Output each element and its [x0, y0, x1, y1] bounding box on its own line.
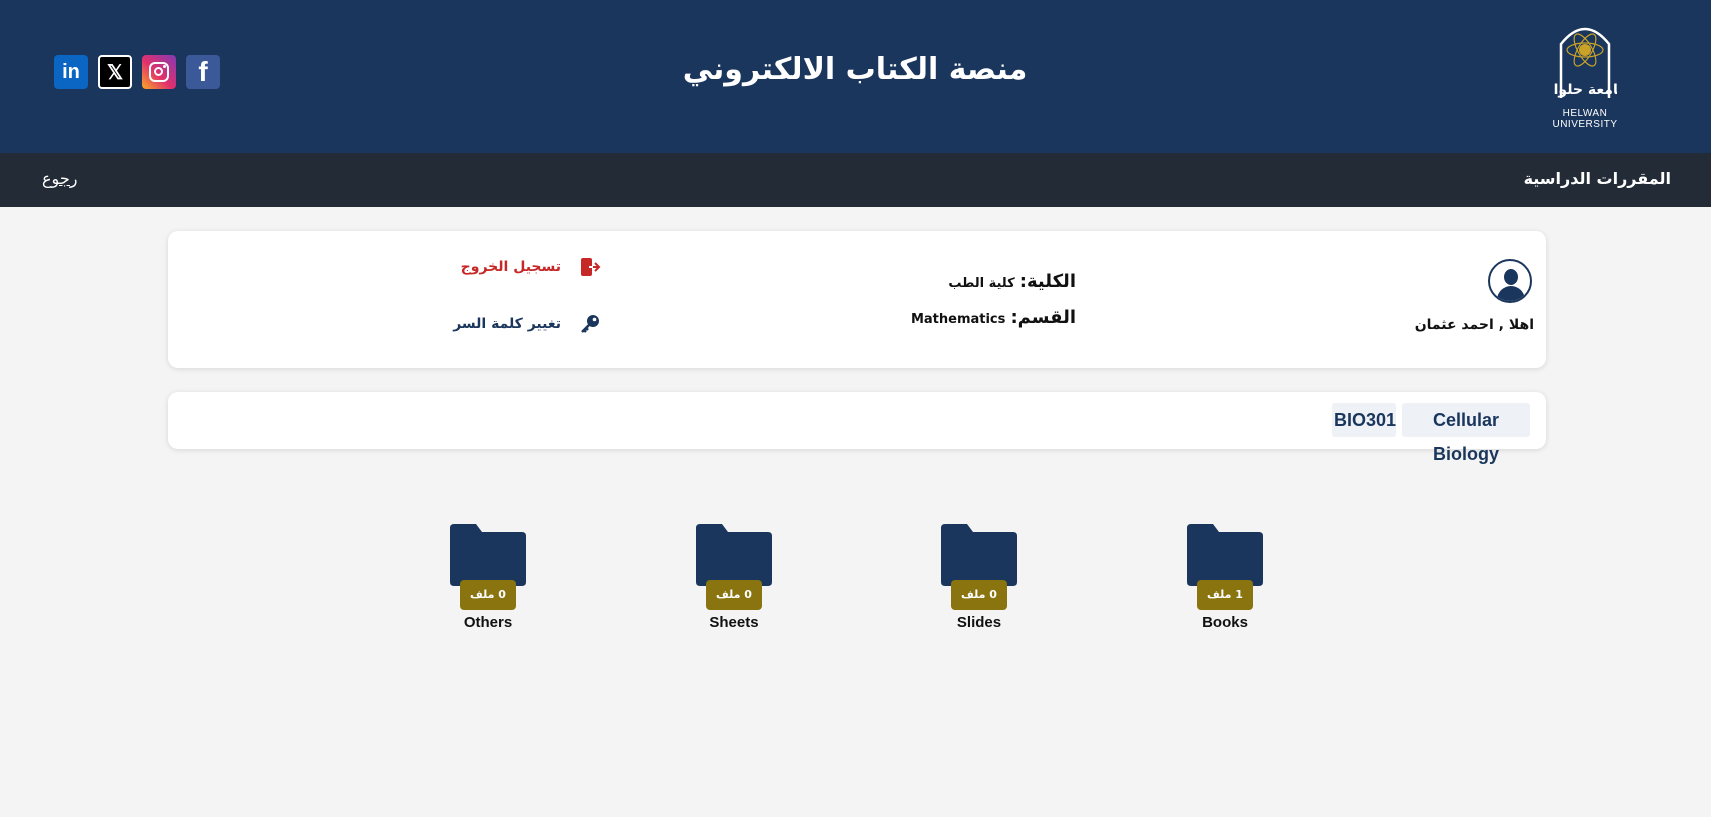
site-header: جامعة حلوان HELWAN UNIVERSITY منصة الكتا… — [0, 0, 1711, 153]
logout-label: تسجيل الخروج — [460, 259, 561, 275]
user-avatar-icon — [1488, 259, 1532, 303]
course-name-chip: Cellular Biology — [1402, 403, 1530, 464]
folder-label: Books — [1202, 614, 1248, 631]
course-info-card: Cellular Biology BIO301 — [168, 392, 1546, 464]
folder-books[interactable]: 1 ملف Books — [1165, 524, 1285, 634]
folder-others[interactable]: 0 ملف Others — [428, 524, 548, 634]
user-greeting: اهلا , احمد عثمان — [1414, 317, 1534, 333]
user-info-card: اهلا , احمد عثمان الكلية: كلية الطب القس… — [168, 231, 1546, 368]
file-count-badge: 0 ملف — [460, 580, 516, 610]
helwan-university-logo[interactable]: جامعة حلوان HELWAN UNIVERSITY — [1530, 20, 1640, 130]
faculty-info: الكلية: كلية الطب — [948, 271, 1076, 292]
logout-button[interactable]: تسجيل الخروج — [461, 256, 601, 278]
folder-icon — [450, 524, 526, 586]
faculty-value: كلية الطب — [948, 276, 1015, 291]
top-navbar: المقررات الدراسية رجوع — [0, 153, 1711, 207]
folder-icon — [1187, 524, 1263, 586]
x-link[interactable]: 𝕏 — [98, 55, 132, 89]
file-count-badge: 0 ملف — [706, 580, 762, 610]
file-count-badge: 0 ملف — [951, 580, 1007, 610]
folder-sheets[interactable]: 0 ملف Sheets — [674, 524, 794, 634]
key-icon — [579, 313, 601, 335]
logo-arabic-text: جامعة حلوان — [1553, 82, 1617, 98]
folder-slides[interactable]: 0 ملف Slides — [919, 524, 1039, 634]
linkedin-icon: in — [62, 60, 80, 83]
logout-icon — [579, 256, 601, 278]
facebook-link[interactable]: f — [186, 55, 220, 89]
course-code-chip: BIO301 — [1332, 403, 1396, 437]
faculty-label: الكلية: — [1019, 271, 1076, 292]
department-value: Mathematics — [910, 312, 1006, 327]
back-link[interactable]: رجوع — [42, 169, 77, 188]
instagram-icon — [149, 62, 169, 82]
folder-label: Sheets — [709, 614, 759, 631]
change-password-label: تغيير كلمة السر — [453, 316, 561, 332]
university-emblem-icon: جامعة حلوان — [1553, 27, 1617, 98]
folder-icon — [941, 524, 1017, 586]
change-password-button[interactable]: تغيير كلمة السر — [453, 313, 601, 335]
x-icon: 𝕏 — [106, 61, 124, 84]
nav-courses-link[interactable]: المقررات الدراسية — [1524, 169, 1671, 188]
logo-english-text: HELWAN UNIVERSITY — [1552, 108, 1618, 130]
file-count-badge: 1 ملف — [1197, 580, 1253, 610]
folder-label: Others — [463, 614, 513, 631]
site-title: منصة الكتاب الالكتروني — [682, 52, 1028, 87]
folder-icon — [696, 524, 772, 586]
folder-label: Slides — [956, 614, 1002, 631]
department-label: القسم: — [1010, 307, 1076, 328]
department-info: القسم: Mathematics — [911, 307, 1076, 328]
facebook-icon: f — [198, 56, 208, 87]
instagram-link[interactable] — [142, 55, 176, 89]
linkedin-link[interactable]: in — [54, 55, 88, 89]
